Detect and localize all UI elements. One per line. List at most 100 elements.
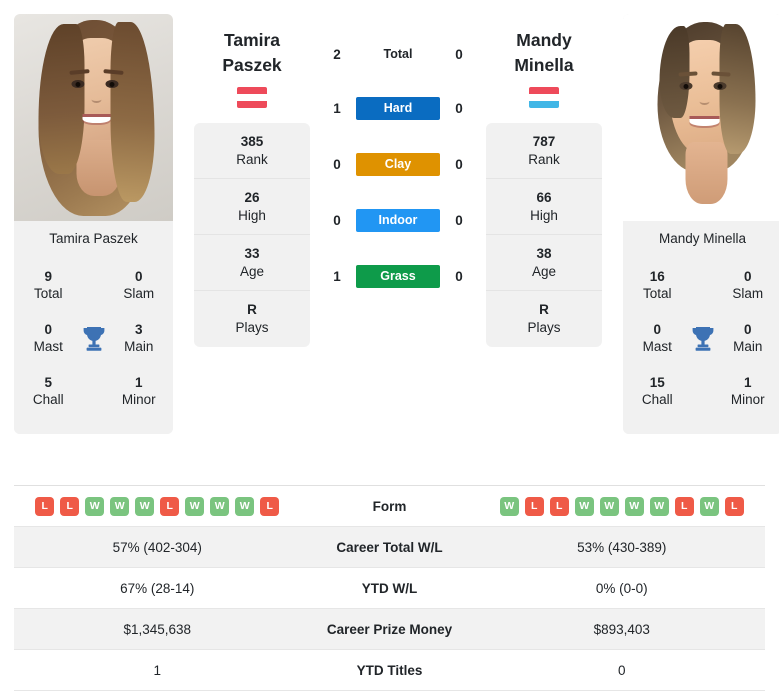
table-row-ytd-titles: 1 YTD Titles 0: [14, 650, 765, 691]
right-form-strip: WLLWWWWLWL: [479, 496, 766, 516]
surface-pill-clay[interactable]: Clay: [356, 152, 440, 176]
form-badge-loss[interactable]: L: [674, 496, 694, 516]
h2h-indoor-left-score: 0: [333, 212, 341, 228]
left-titles-mast-value: 0: [44, 322, 52, 337]
austria-flag-icon: [237, 87, 267, 108]
right-titles-slam-value: 0: [743, 269, 752, 284]
h2h-indoor-right-score: 0: [455, 212, 463, 228]
h2h-row-hard: 1 Hard 0: [310, 80, 486, 136]
left-titles-total-value: 9: [44, 269, 52, 284]
h2h-total-label: Total: [383, 47, 413, 61]
h2h-hard-left-score: 1: [333, 100, 341, 116]
right-titles-main-value: 0: [743, 322, 752, 337]
luxembourg-flag-icon: [529, 87, 559, 108]
left-player-titles-grid: 9 Total 0 Slam 0 Mast 3 Main 5 Chall 1 M…: [14, 257, 173, 434]
right-stat-rank-value: 787: [532, 133, 556, 149]
h2h-row-indoor: 0 Indoor 0: [310, 192, 486, 248]
surface-pill-hard[interactable]: Hard: [356, 96, 440, 120]
left-titles-slam-value: 0: [134, 269, 143, 284]
player-comparison-page: Tamira Paszek 9 Total 0 Slam 0 Mast 3 Ma…: [0, 0, 779, 699]
form-badge-loss[interactable]: L: [524, 496, 544, 516]
left-player-name-strip: Tamira Paszek: [14, 221, 173, 257]
right-stat-high-label: High: [530, 207, 558, 223]
left-stat-rank-value: 385: [240, 133, 264, 149]
right-stat-age-label: Age: [531, 263, 557, 279]
left-stat-rank-label: Rank: [236, 151, 268, 167]
left-stat-plays: R Plays: [194, 291, 310, 347]
form-badge-win[interactable]: W: [185, 496, 205, 516]
left-player-heading: Tamira Paszek: [194, 14, 310, 108]
row-label-ytd-titles: YTD Titles: [356, 662, 423, 678]
form-badge-win[interactable]: W: [210, 496, 230, 516]
left-titles-minor: 1 Minor: [115, 365, 164, 418]
row-label-career-total-wl: Career Total W/L: [336, 539, 443, 555]
form-badge-loss[interactable]: L: [260, 496, 280, 516]
form-badge-win[interactable]: W: [649, 496, 669, 516]
h2h-row-grass: 1 Grass 0: [310, 248, 486, 304]
h2h-row-total: 2 Total 0: [310, 28, 486, 80]
left-titles-chall-label: Chall: [32, 392, 64, 407]
form-badge-win[interactable]: W: [574, 496, 594, 516]
right-form-cell: WLLWWWWLWL: [479, 496, 766, 516]
h2h-clay-right-score: 0: [455, 156, 463, 172]
form-badge-win[interactable]: W: [85, 496, 105, 516]
right-titles-main: 0 Main: [724, 312, 773, 365]
right-ytd-wl: 0% (0-0): [595, 580, 648, 596]
left-stat-plays-value: R: [247, 302, 257, 317]
right-player-photo: [623, 14, 779, 221]
form-badge-win[interactable]: W: [110, 496, 130, 516]
head-to-head-panel: 2 Total 0 1 Hard 0 0 Clay 0 0 Indoor 0 1: [310, 14, 486, 304]
right-titles-chall: 15 Chall: [633, 365, 682, 418]
form-badge-loss[interactable]: L: [724, 496, 744, 516]
left-titles-chall-value: 5: [44, 375, 52, 390]
left-titles-minor-value: 1: [134, 375, 143, 390]
right-titles-mast-label: Mast: [642, 339, 672, 354]
left-titles-minor-label: Minor: [121, 392, 156, 407]
left-stat-age-value: 33: [244, 245, 260, 261]
right-titles-chall-label: Chall: [641, 392, 673, 407]
row-label-form: Form: [372, 498, 407, 514]
form-badge-loss[interactable]: L: [60, 496, 80, 516]
surface-pill-grass[interactable]: Grass: [356, 264, 440, 288]
right-player-card[interactable]: Mandy Minella 16 Total 0 Slam 0 Mast 0 M…: [623, 14, 779, 434]
left-titles-main-label: Main: [124, 339, 154, 354]
right-stat-plays: R Plays: [486, 291, 602, 347]
right-titles-total-value: 16: [649, 269, 665, 284]
left-ytd-titles: 1: [153, 662, 161, 678]
form-badge-win[interactable]: W: [235, 496, 255, 516]
right-ytd-titles: 0: [617, 662, 626, 678]
table-row-career-total-wl: 57% (402-304) Career Total W/L 53% (430-…: [14, 527, 765, 568]
right-player-heading: Mandy Minella: [486, 14, 602, 108]
left-player-photo: [14, 14, 173, 221]
left-stat-rank: 385 Rank: [194, 123, 310, 179]
right-player-stat-column: Mandy Minella 787 Rank 66 High 38 Age R …: [486, 14, 602, 347]
left-stat-high-value: 26: [244, 189, 260, 205]
right-player-stat-box: 787 Rank 66 High 38 Age R Plays: [486, 123, 602, 347]
surface-pill-indoor[interactable]: Indoor: [356, 208, 440, 232]
form-badge-win[interactable]: W: [135, 496, 155, 516]
right-stat-age-value: 38: [536, 245, 552, 261]
form-badge-win[interactable]: W: [499, 496, 519, 516]
form-badge-win[interactable]: W: [624, 496, 644, 516]
form-badge-loss[interactable]: L: [160, 496, 180, 516]
left-titles-main: 3 Main: [115, 312, 164, 365]
left-player-card[interactable]: Tamira Paszek 9 Total 0 Slam 0 Mast 3 Ma…: [14, 14, 173, 434]
right-stat-plays-label: Plays: [527, 320, 561, 335]
left-stat-age: 33 Age: [194, 235, 310, 291]
table-row-career-prize-money: $1,345,638 Career Prize Money $893,403: [14, 609, 765, 650]
left-player-last-name: Paszek: [222, 55, 282, 75]
right-player-first-name: Mandy: [516, 30, 572, 50]
form-badge-loss[interactable]: L: [35, 496, 55, 516]
right-titles-mast-value: 0: [653, 322, 661, 337]
right-titles-minor-label: Minor: [730, 392, 765, 407]
left-career-prize-money: $1,345,638: [123, 621, 192, 637]
left-titles-slam: 0 Slam: [115, 259, 164, 312]
right-titles-minor-value: 1: [743, 375, 752, 390]
form-badge-loss[interactable]: L: [549, 496, 569, 516]
left-titles-mast-label: Mast: [33, 339, 63, 354]
form-badge-win[interactable]: W: [599, 496, 619, 516]
left-ytd-wl: 67% (28-14): [120, 580, 195, 596]
form-badge-win[interactable]: W: [699, 496, 719, 516]
right-titles-total: 16 Total: [633, 259, 682, 312]
right-titles-slam: 0 Slam: [724, 259, 773, 312]
